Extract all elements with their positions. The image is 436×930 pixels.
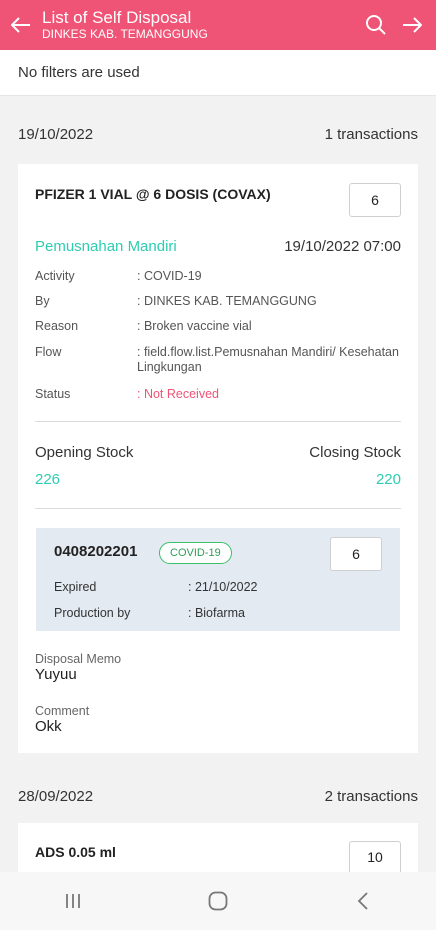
detail-label: Activity: [35, 269, 75, 283]
filter-status: No filters are used: [18, 64, 140, 81]
detail-label: Reason: [35, 319, 79, 333]
detail-value: : COVID-19: [137, 269, 202, 283]
group-count: 2 transactions: [324, 787, 418, 805]
comment-label: Comment: [35, 704, 90, 718]
opening-stock-label: Opening Stock: [35, 444, 134, 461]
recent-apps-icon[interactable]: [43, 881, 103, 921]
divider: [35, 421, 401, 422]
activity-title: Pemusnahan Mandiri: [35, 238, 177, 255]
production-label: Production by: [54, 606, 131, 620]
product-name: ADS 0.05 ml: [35, 844, 116, 860]
detail-label: Status: [35, 387, 71, 401]
disposal-memo-label: Disposal Memo: [35, 652, 122, 666]
back-arrow-icon[interactable]: [2, 0, 40, 50]
back-icon[interactable]: [333, 881, 393, 921]
status-value: : Not Received: [137, 387, 219, 401]
app-bar: List of Self Disposal DINKES KAB. TEMANG…: [0, 0, 436, 50]
transaction-card[interactable]: ADS 0.05 ml 10: [18, 823, 418, 872]
opening-stock-value: 226: [35, 471, 61, 488]
forward-arrow-icon[interactable]: [398, 5, 426, 45]
product-name: PFIZER 1 VIAL @ 6 DOSIS (COVAX): [35, 186, 271, 202]
batch-code: 0408202201: [54, 543, 138, 560]
batch-expired-row: Expired : 21/10/2022: [54, 580, 258, 594]
closing-stock-label: Closing Stock: [309, 444, 401, 461]
group-date: 19/10/2022: [18, 125, 94, 143]
production-value: : Biofarma: [188, 606, 245, 620]
comment-value: Okk: [35, 718, 62, 735]
closing-stock-value: 220: [375, 471, 401, 488]
detail-label: Flow: [35, 345, 62, 359]
home-icon[interactable]: [188, 881, 248, 921]
disposal-memo-value: Yuyuu: [35, 666, 77, 683]
activity-tag: COVID-19: [159, 542, 232, 564]
batch-panel: 0408202201 COVID-19 6 Expired : 21/10/20…: [36, 528, 400, 631]
group-header: 19/10/2022 1 transactions: [0, 119, 436, 149]
group-date: 28/09/2022: [18, 787, 94, 805]
batch-quantity-box: 6: [330, 537, 382, 571]
page-subtitle: DINKES KAB. TEMANGGUNG: [42, 27, 208, 41]
filter-bar[interactable]: No filters are used: [0, 50, 436, 96]
detail-label: By: [35, 294, 50, 308]
app-bar-titles: List of Self Disposal DINKES KAB. TEMANG…: [40, 8, 362, 42]
detail-value: : DINKES KAB. TEMANGGUNG: [137, 294, 317, 308]
quantity-box: 10: [349, 841, 401, 872]
system-nav-bar: [0, 872, 436, 930]
batch-production-row: Production by : Biofarma: [54, 606, 245, 620]
activity-datetime: 19/10/2022 07:00: [284, 238, 401, 255]
expired-value: : 21/10/2022: [188, 580, 258, 594]
transaction-card[interactable]: PFIZER 1 VIAL @ 6 DOSIS (COVAX) 6 Pemusn…: [18, 164, 418, 753]
page-title: List of Self Disposal: [42, 8, 192, 27]
detail-value: : Broken vaccine vial: [137, 319, 252, 333]
quantity-box: 6: [349, 183, 401, 217]
expired-label: Expired: [54, 580, 97, 594]
group-header: 28/09/2022 2 transactions: [0, 781, 436, 811]
search-icon[interactable]: [362, 5, 390, 45]
group-count: 1 transactions: [324, 125, 418, 143]
divider: [35, 508, 401, 509]
detail-value: : field.flow.list.Pemusnahan Mandiri/ Ke…: [137, 345, 399, 374]
